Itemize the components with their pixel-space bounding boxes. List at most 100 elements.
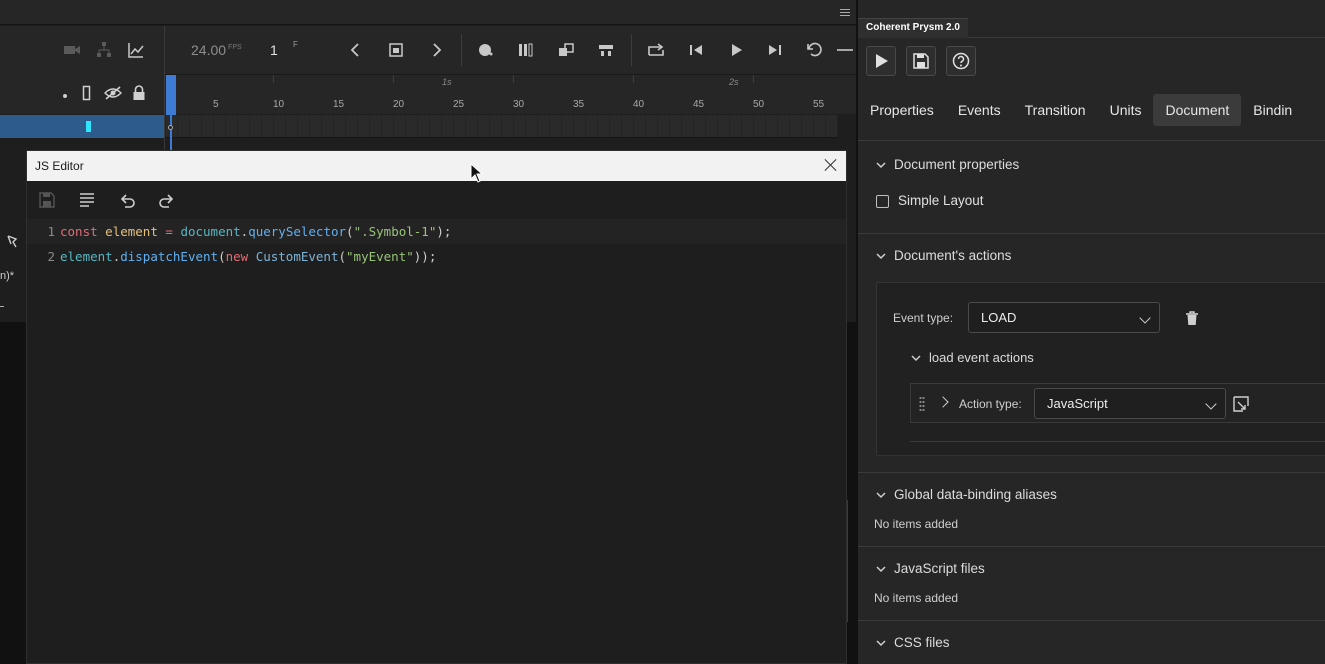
ruler-number: 20	[393, 99, 405, 110]
event-type-select[interactable]: LOAD	[968, 302, 1160, 333]
loop-frames-icon[interactable]	[596, 40, 616, 60]
dialog-titlebar[interactable]: JS Editor	[27, 151, 846, 181]
panel-title-tab[interactable]: Coherent Prysm 2.0	[858, 18, 968, 38]
actions-box: Event type: LOAD load event actions Acti…	[876, 282, 1325, 456]
ruler-tick	[273, 75, 274, 83]
chevron-down-icon	[876, 491, 886, 498]
side-dash	[0, 306, 4, 307]
timeline-toolbar: 24.00 FPS 1 F	[0, 26, 856, 74]
tab-properties[interactable]: Properties	[858, 94, 946, 126]
undo-icon[interactable]	[118, 191, 136, 209]
javascript-files-header[interactable]: JavaScript files	[876, 561, 985, 576]
keyframe-dot[interactable]	[168, 125, 173, 130]
code-editor[interactable]: 1 const element = document.querySelector…	[27, 219, 846, 269]
dialog-title: JS Editor	[35, 159, 84, 173]
step-forward-icon[interactable]	[765, 40, 785, 60]
prev-keyframe-icon[interactable]	[346, 40, 366, 60]
outline-icon[interactable]	[82, 85, 92, 104]
run-button[interactable]	[866, 46, 896, 76]
step-back-icon[interactable]	[686, 40, 706, 60]
chevron-right-icon[interactable]	[937, 396, 949, 408]
play-icon[interactable]	[726, 40, 746, 60]
format-icon[interactable]	[78, 191, 96, 209]
save-icon[interactable]	[38, 191, 56, 209]
panel-menu-icon[interactable]	[840, 9, 850, 16]
ruler-number: 5	[213, 99, 219, 110]
tab-events[interactable]: Events	[946, 94, 1013, 126]
subsection-title: load event actions	[929, 350, 1034, 365]
section-title: CSS files	[894, 635, 950, 650]
timeline-ruler[interactable]: 1s 2s 5 10 15 20 25 30 35 40 45 50 55	[165, 74, 856, 114]
load-event-actions-header[interactable]: load event actions	[911, 350, 1034, 365]
playhead[interactable]	[166, 75, 176, 115]
camera-icon[interactable]	[62, 40, 82, 60]
tab-units[interactable]: Units	[1098, 94, 1154, 126]
insert-keyframe-icon[interactable]	[386, 40, 406, 60]
lock-icon[interactable]	[132, 85, 146, 104]
hide-layer-icon[interactable]	[104, 86, 122, 103]
code-line[interactable]: 2 element.dispatchEvent(new CustomEvent(…	[27, 244, 846, 269]
event-type-label: Event type:	[893, 311, 954, 325]
document-properties-header[interactable]: Document properties	[876, 157, 1019, 172]
open-editor-icon[interactable]	[1233, 396, 1249, 412]
global-aliases-header[interactable]: Global data-binding aliases	[876, 487, 1057, 502]
ruler-second-label: 1s	[442, 77, 452, 87]
frames-row[interactable]	[165, 115, 838, 138]
section-title: Document's actions	[894, 248, 1012, 263]
save-button[interactable]	[906, 46, 936, 76]
ruler-second-label: 2s	[729, 77, 739, 87]
frames-icon[interactable]	[516, 40, 536, 60]
edit-multiple-frames-icon[interactable]	[556, 40, 576, 60]
tab-bindings[interactable]: Bindin	[1241, 94, 1304, 126]
redo-icon[interactable]	[158, 191, 176, 209]
current-frame[interactable]: 1	[270, 42, 278, 58]
section-title: JavaScript files	[894, 561, 985, 576]
chevron-down-icon	[876, 252, 886, 259]
loop-icon[interactable]	[646, 40, 666, 60]
layer-header	[0, 74, 164, 114]
simple-layout-label[interactable]: Simple Layout	[898, 193, 984, 208]
ruler-tick	[393, 75, 394, 83]
css-files-header[interactable]: CSS files	[876, 635, 950, 650]
tab-document[interactable]: Document	[1153, 94, 1242, 126]
pin-icon[interactable]	[6, 234, 22, 248]
graph-icon[interactable]	[126, 40, 146, 60]
fps-display[interactable]: 24.00 FPS	[191, 42, 242, 58]
undo-timeline-icon[interactable]	[805, 40, 825, 60]
drag-handle-icon[interactable]	[919, 396, 925, 412]
tab-transition[interactable]: Transition	[1013, 94, 1098, 126]
divider	[858, 140, 1325, 141]
close-icon[interactable]	[824, 158, 838, 172]
divider	[858, 546, 1325, 547]
action-row: Action type: JavaScript	[910, 383, 1325, 423]
dot-icon[interactable]	[62, 88, 68, 102]
action-type-label: Action type:	[959, 397, 1022, 411]
chevron-down-icon	[876, 565, 886, 572]
mouse-cursor-icon	[470, 162, 484, 183]
ruler-tick	[633, 75, 634, 83]
trash-icon[interactable]	[1184, 310, 1200, 326]
ruler-tick	[513, 75, 514, 83]
next-keyframe-icon[interactable]	[426, 40, 446, 60]
documents-actions-header[interactable]: Document's actions	[876, 248, 1011, 263]
minus-icon[interactable]	[835, 40, 855, 60]
document-tab-label[interactable]: n)*	[0, 270, 14, 282]
toolbar-separator	[631, 34, 632, 66]
divider	[910, 441, 1325, 442]
help-button[interactable]	[946, 46, 976, 76]
layer-row[interactable]	[0, 115, 164, 138]
ruler-number: 50	[753, 99, 765, 110]
ruler-number: 45	[693, 99, 705, 110]
chevron-down-icon	[911, 354, 921, 361]
simple-layout-checkbox[interactable]	[876, 195, 889, 208]
code-line[interactable]: 1 const element = document.querySelector…	[27, 219, 846, 244]
hierarchy-icon[interactable]	[94, 40, 114, 60]
onion-skin-icon[interactable]	[476, 40, 496, 60]
line-number: 1	[47, 224, 55, 239]
ruler-tick	[753, 75, 754, 83]
panel-tabs: Properties Events Transition Units Document B…	[858, 94, 1304, 128]
top-strip	[0, 0, 856, 25]
action-type-select[interactable]: JavaScript	[1034, 388, 1226, 419]
chevron-down-icon	[876, 639, 886, 646]
event-type-value: LOAD	[981, 310, 1017, 325]
